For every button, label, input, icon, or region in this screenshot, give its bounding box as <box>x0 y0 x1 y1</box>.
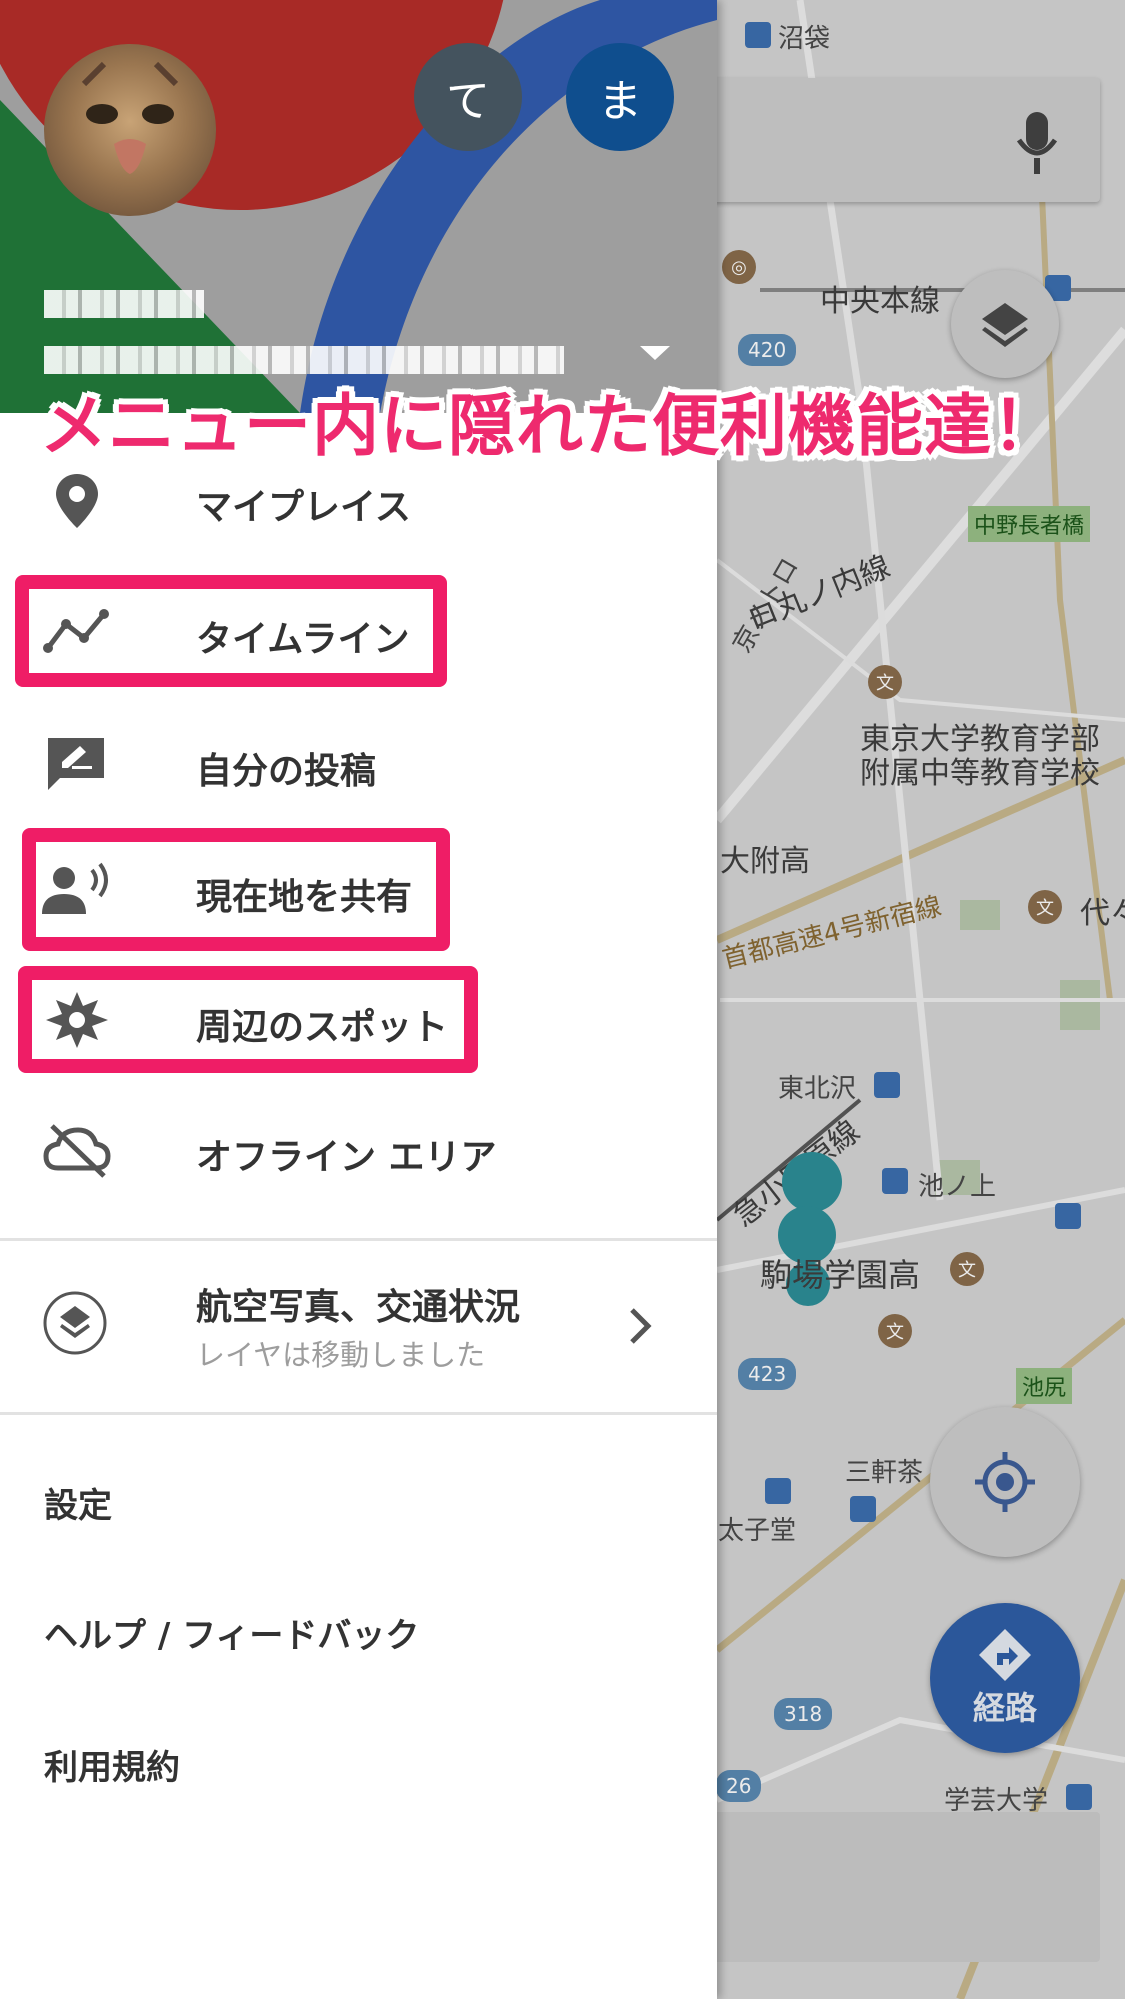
menu-label: 自分の投稿 <box>196 751 377 792</box>
annotation-banner: メニュー内に隠れた便利機能達！ <box>40 387 1060 465</box>
menu-label: オフライン エリア <box>196 1137 497 1178</box>
account-email-redacted <box>44 346 564 374</box>
avatar[interactable] <box>44 44 216 216</box>
menu-item-my-posts[interactable]: 自分の投稿 <box>0 704 717 824</box>
highlight-box <box>18 966 478 1073</box>
menu-item-offline-areas[interactable]: オフライン エリア <box>0 1090 717 1210</box>
account-switch-button[interactable]: て <box>414 43 522 151</box>
menu-label: マイプレイス <box>196 487 411 528</box>
account-switch-button[interactable]: ま <box>566 43 674 151</box>
layers-title: 航空写真、交通状況 <box>196 1287 521 1328</box>
layers-subtitle: レイヤは移動しました <box>196 1338 486 1372</box>
navigation-drawer: て ま マイプレイス タイムライン 自分の投稿 現在地を共有 周辺のスポット オ… <box>0 0 717 1999</box>
cloud-off-icon <box>43 1124 111 1178</box>
feedback-icon <box>48 738 104 790</box>
menu-item-layers[interactable]: 航空写真、交通状況 レイヤは移動しました <box>0 1240 717 1410</box>
divider <box>0 1412 717 1415</box>
menu-item-help-feedback[interactable]: ヘルプ / フィードバック <box>44 1608 419 1657</box>
account-dropdown-icon[interactable] <box>640 346 670 360</box>
cat-photo <box>81 61 179 174</box>
menu-item-settings[interactable]: 設定 <box>44 1478 112 1527</box>
highlight-box <box>22 828 450 951</box>
menu-item-terms[interactable]: 利用規約 <box>44 1740 180 1789</box>
chevron-right-icon <box>630 1308 652 1344</box>
account-name-redacted <box>44 290 204 318</box>
layers-circle-icon <box>43 1291 107 1355</box>
place-pin-icon <box>56 474 98 528</box>
highlight-box <box>15 575 447 687</box>
account-header: て ま <box>0 0 717 413</box>
